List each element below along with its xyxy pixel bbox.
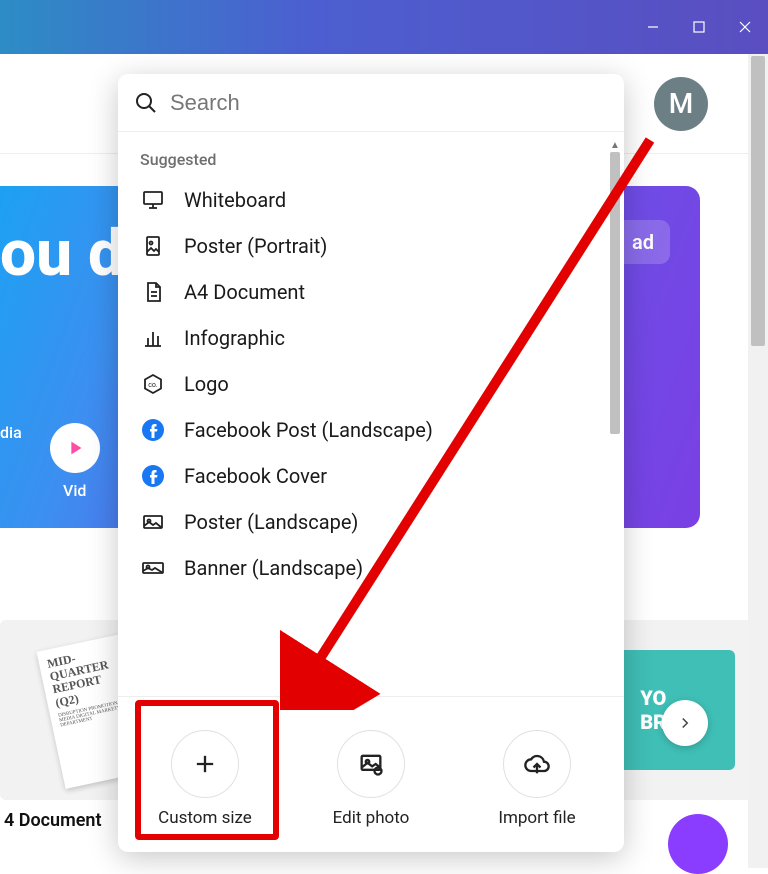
- suggestion-whiteboard[interactable]: Whiteboard: [118, 177, 624, 223]
- suggestion-label: Banner (Landscape): [184, 556, 363, 580]
- cloud-upload-icon: [503, 730, 571, 798]
- recent-card-label: 4 Document: [4, 810, 102, 831]
- edit-photo-icon: [337, 730, 405, 798]
- facebook-icon: [140, 417, 166, 443]
- bar-chart-icon: [140, 325, 166, 351]
- hero-pill-label: dia: [0, 423, 22, 442]
- search-icon: [134, 91, 158, 115]
- suggestion-label: Infographic: [184, 326, 285, 350]
- close-button[interactable]: [722, 0, 768, 54]
- popover-actions: Custom size Edit photo Import file: [118, 696, 624, 852]
- suggestion-poster-portrait[interactable]: Poster (Portrait): [118, 223, 624, 269]
- suggestion-label: Facebook Cover: [184, 464, 327, 488]
- popover-scrollbar[interactable]: ▲ ▼: [608, 138, 622, 696]
- minimize-button[interactable]: [630, 0, 676, 54]
- upload-chip[interactable]: ad: [616, 220, 670, 264]
- suggestion-list: Suggested Whiteboard Poster (Portrait) A…: [118, 132, 624, 696]
- suggestion-label: Poster (Landscape): [184, 510, 358, 534]
- image-landscape-icon: [140, 509, 166, 535]
- scroll-up-button[interactable]: ▲: [608, 138, 622, 152]
- whiteboard-icon: [140, 187, 166, 213]
- carousel-next-button[interactable]: [662, 700, 708, 746]
- suggestion-label: Logo: [184, 372, 229, 396]
- hero-pill-video[interactable]: Vid: [50, 423, 100, 500]
- scrollbar-thumb[interactable]: [610, 152, 620, 434]
- edit-photo-button[interactable]: Edit photo: [291, 730, 451, 828]
- search-input[interactable]: [170, 90, 608, 116]
- play-icon: [50, 423, 100, 473]
- suggestion-poster-landscape[interactable]: Poster (Landscape): [118, 499, 624, 545]
- suggestion-label: Poster (Portrait): [184, 234, 327, 258]
- suggestion-label: Facebook Post (Landscape): [184, 418, 433, 442]
- hexagon-logo-icon: co.: [140, 371, 166, 397]
- suggestion-facebook-post[interactable]: Facebook Post (Landscape): [118, 407, 624, 453]
- action-label: Import file: [498, 808, 575, 828]
- chevron-right-icon: [676, 714, 694, 732]
- scrollbar-thumb[interactable]: [751, 56, 765, 346]
- help-fab[interactable]: [668, 814, 728, 874]
- suggestion-banner-landscape[interactable]: Banner (Landscape): [118, 545, 624, 591]
- suggestion-logo[interactable]: co. Logo: [118, 361, 624, 407]
- search-popover: Suggested Whiteboard Poster (Portrait) A…: [118, 74, 624, 852]
- hero-pill-label: Vid: [63, 481, 86, 500]
- facebook-icon: [140, 463, 166, 489]
- suggestion-facebook-cover[interactable]: Facebook Cover: [118, 453, 624, 499]
- maximize-button[interactable]: [676, 0, 722, 54]
- window-title-bar: [0, 0, 768, 54]
- hero-pill-media[interactable]: dia: [0, 423, 22, 500]
- action-label: Edit photo: [333, 808, 410, 828]
- svg-text:co.: co.: [148, 381, 158, 389]
- avatar[interactable]: M: [654, 77, 708, 131]
- action-label: Custom size: [158, 808, 252, 828]
- custom-size-button[interactable]: Custom size: [125, 730, 285, 828]
- page-scrollbar[interactable]: [748, 54, 768, 868]
- suggestion-a4-document[interactable]: A4 Document: [118, 269, 624, 315]
- suggested-heading: Suggested: [118, 132, 624, 177]
- image-portrait-icon: [140, 233, 166, 259]
- document-icon: [140, 279, 166, 305]
- import-file-button[interactable]: Import file: [457, 730, 617, 828]
- image-wide-icon: [140, 555, 166, 581]
- hero-category-row: dia Vid: [0, 423, 100, 500]
- suggestion-label: Whiteboard: [184, 188, 286, 212]
- suggestion-label: A4 Document: [184, 280, 305, 304]
- search-row: [118, 74, 624, 132]
- suggestion-infographic[interactable]: Infographic: [118, 315, 624, 361]
- plus-icon: [171, 730, 239, 798]
